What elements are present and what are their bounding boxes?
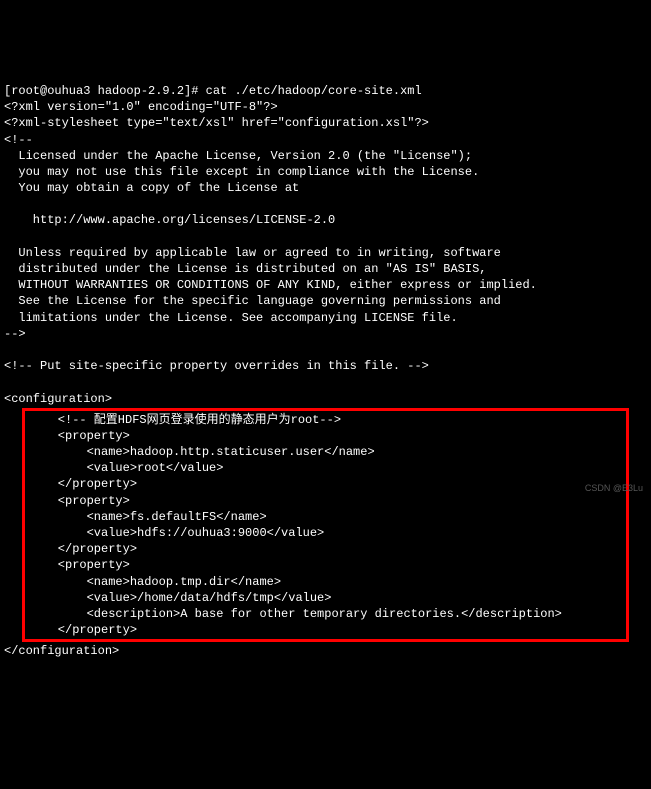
file-content-bottom: </configuration> [4,643,647,659]
terminal-output: [root@ouhua3 hadoop-2.9.2]# cat ./etc/ha… [4,67,647,676]
file-content-top: <?xml version="1.0" encoding="UTF-8"?> <… [4,99,647,407]
config-highlight-box: <!-- 配置HDFS网页登录使用的静态用户为root--> <property… [22,408,629,643]
watermark-text: CSDN @E3Lu [585,482,643,494]
shell-prompt-line: [root@ouhua3 hadoop-2.9.2]# cat ./etc/ha… [4,84,422,98]
file-content-highlight: <!-- 配置HDFS网页登录使用的静态用户为root--> <property… [29,412,622,639]
